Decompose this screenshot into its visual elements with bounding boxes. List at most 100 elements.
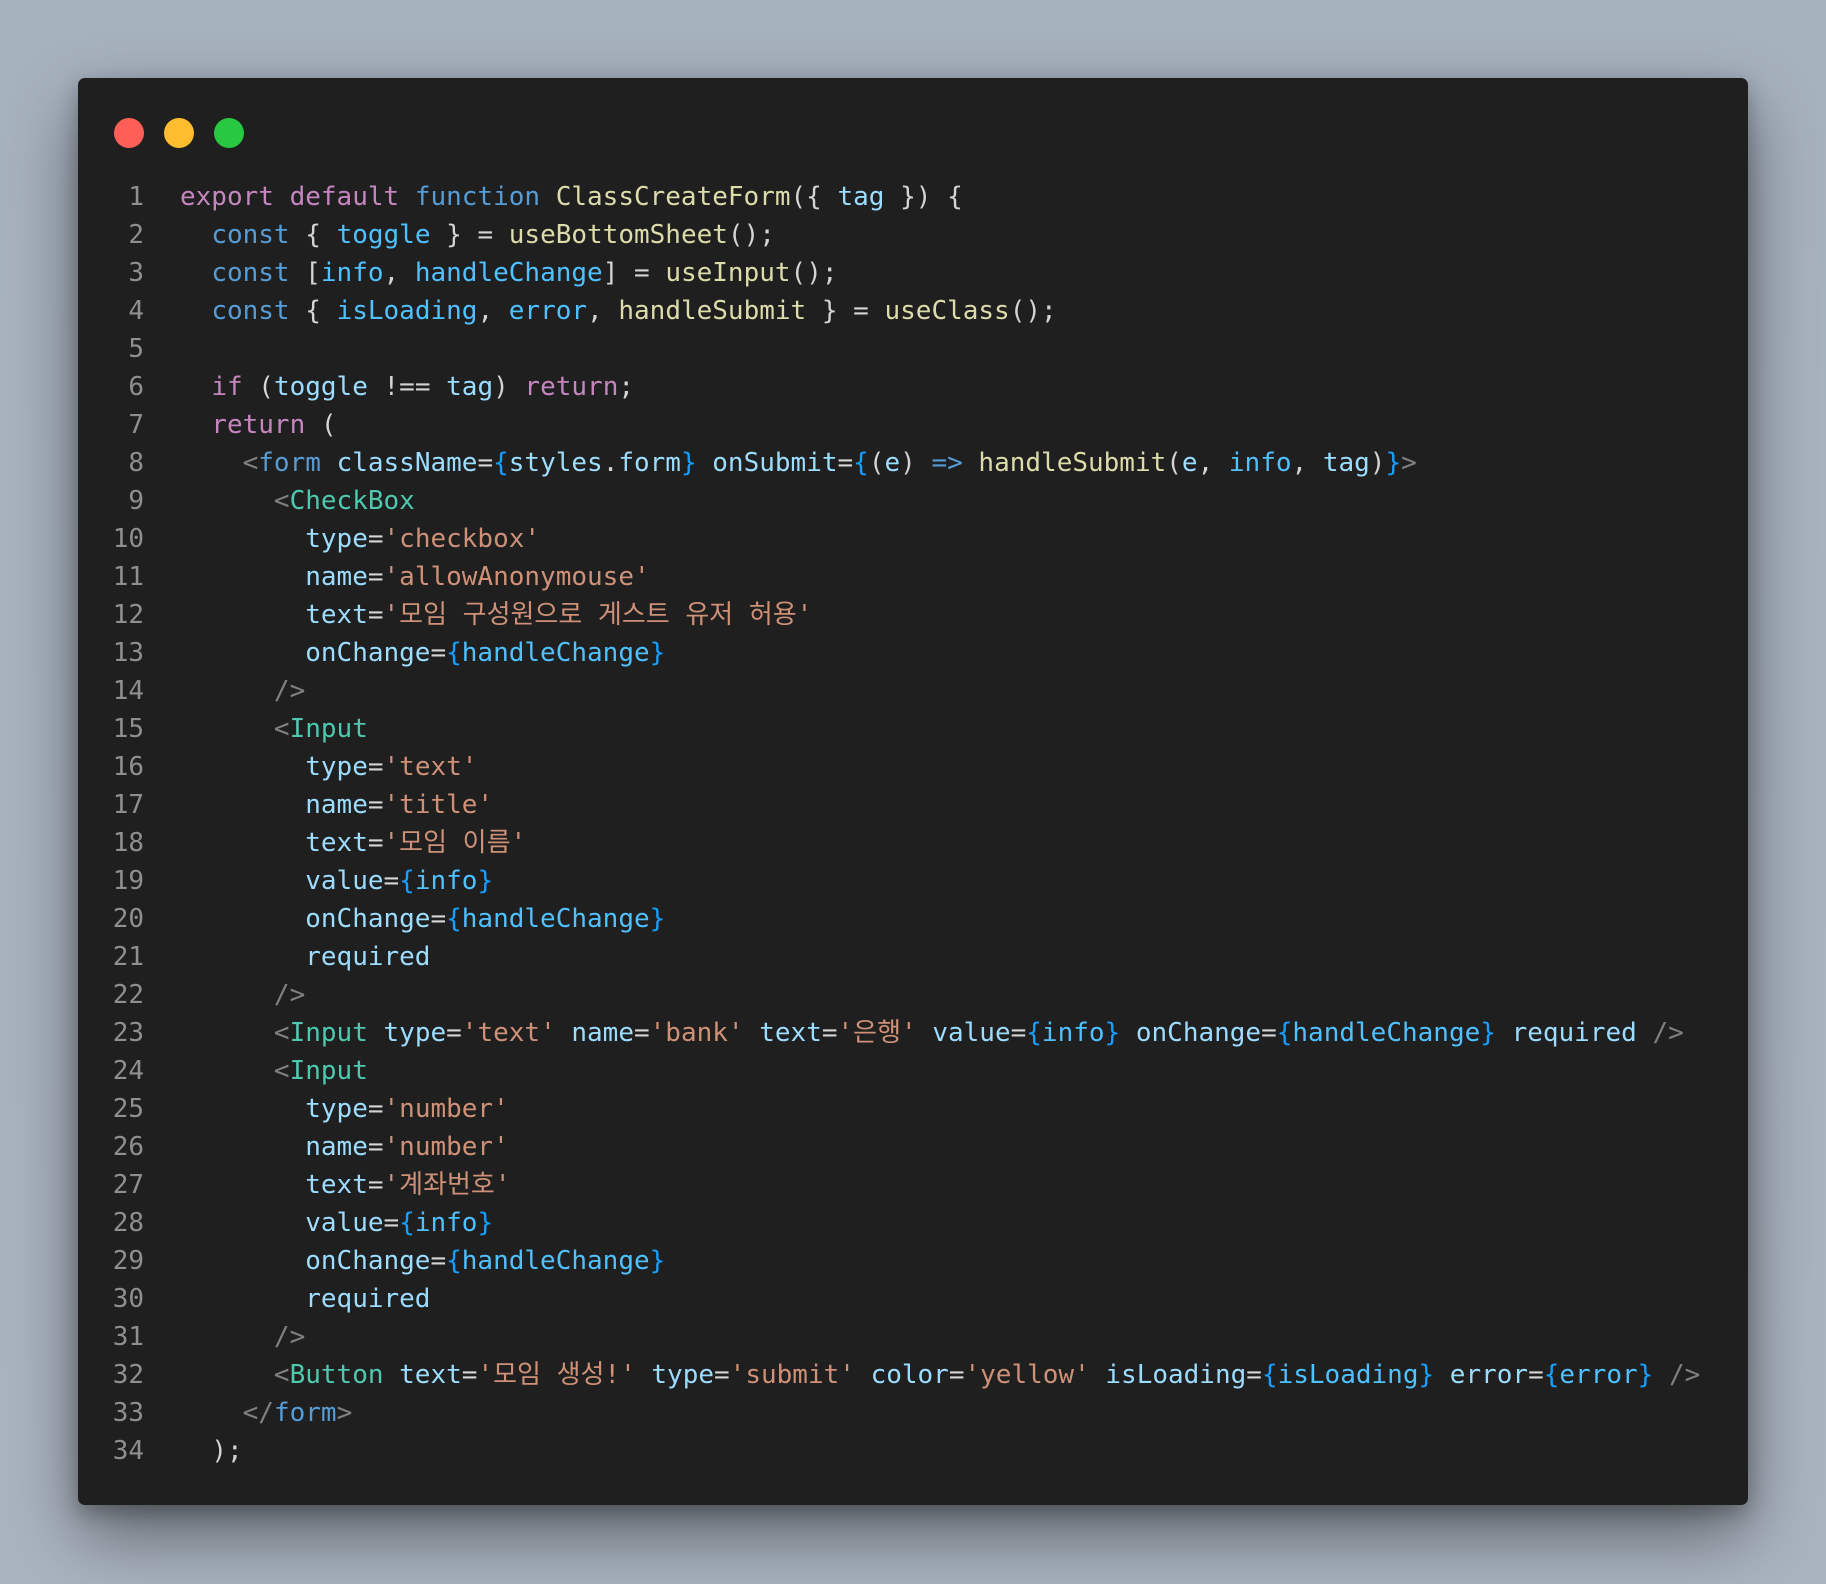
code-token: 'number' (383, 1094, 509, 1124)
code-token: text (305, 1170, 368, 1200)
code-line: 25 type='number' (78, 1090, 1748, 1128)
code-token: { (399, 866, 415, 896)
line-code: </form> (180, 1394, 353, 1432)
code-token: } (649, 1246, 666, 1276)
close-dot-icon[interactable] (114, 118, 144, 148)
code-line: 3 const [info, handleChange] = useInput(… (78, 254, 1748, 292)
code-token: ClassCreateForm (555, 182, 791, 212)
code-token: handleChange (1292, 1018, 1481, 1048)
code-token: useClass (884, 296, 1010, 326)
code-token: CheckBox (289, 486, 415, 516)
code-token: } (1637, 1360, 1654, 1390)
code-token: (); (1009, 296, 1057, 326)
code-line: 15 <Input (78, 710, 1748, 748)
code-token: handleChange (414, 258, 603, 288)
code-token: value (932, 1018, 1011, 1048)
code-line: 5 (78, 330, 1748, 368)
code-token: info (1228, 448, 1292, 478)
code-line: 20 onChange={handleChange} (78, 900, 1748, 938)
code-line: 32 <Button text='모임 생성!' type='submit' c… (78, 1356, 1748, 1394)
code-token: error (508, 296, 588, 326)
code-token: className (336, 448, 478, 478)
code-token: color (870, 1360, 949, 1390)
code-token: ( (868, 448, 885, 478)
code-line: 33 </form> (78, 1394, 1748, 1432)
code-token: text (305, 600, 368, 630)
code-token: , (383, 258, 415, 288)
line-code: name='title' (180, 786, 493, 824)
code-token: value (305, 866, 384, 896)
code-token: < (273, 1360, 290, 1390)
code-token: error (1559, 1360, 1638, 1390)
code-token: 'submit' (729, 1360, 855, 1390)
code-token: '계좌번호' (383, 1170, 511, 1200)
code-line: 6 if (toggle !== tag) return; (78, 368, 1748, 406)
line-code: ); (180, 1432, 242, 1470)
code-token: = (430, 904, 447, 934)
code-token: form (618, 448, 681, 478)
code-line: 9 <CheckBox (78, 482, 1748, 520)
line-code: text='모임 이름' (180, 824, 526, 862)
code-token: 'yellow' (964, 1360, 1090, 1390)
code-token: = (367, 562, 384, 592)
code-token: = (461, 1360, 478, 1390)
line-code: return ( (180, 406, 336, 444)
code-token: < (242, 448, 259, 478)
code-token: isLoading (336, 296, 478, 326)
code-token: onSubmit (712, 448, 838, 478)
line-number: 7 (128, 410, 144, 440)
code-line: 28 value={info} (78, 1204, 1748, 1242)
line-number: 33 (112, 1398, 144, 1428)
code-token: (); (727, 220, 775, 250)
code-token: ; (618, 372, 634, 402)
code-token: tag (1322, 448, 1370, 478)
line-number: 13 (112, 638, 144, 668)
code-line: 34 ); (78, 1432, 1748, 1470)
code-token: 'bank' (649, 1018, 744, 1048)
code-line: 12 text='모임 구성원으로 게스트 유저 허용' (78, 596, 1748, 634)
line-code: /> (180, 976, 305, 1014)
line-number: 18 (112, 828, 144, 858)
code-token: ( (242, 372, 274, 402)
code-token: } (1480, 1018, 1496, 1048)
code-token: { (1543, 1360, 1560, 1390)
maximize-dot-icon[interactable] (214, 118, 244, 148)
code-line: 19 value={info} (78, 862, 1748, 900)
code-token: = (383, 866, 400, 896)
code-line: 1 export default function ClassCreateForm… (78, 178, 1748, 216)
code-line: 18 text='모임 이름' (78, 824, 1748, 862)
code-token: type (305, 1094, 368, 1124)
code-line: 10 type='checkbox' (78, 520, 1748, 558)
code-line: 2 const { toggle } = useBottomSheet(); (78, 216, 1748, 254)
line-code: name='number' (180, 1128, 509, 1166)
code-token: ) (1369, 448, 1386, 478)
code-line: 11 name='allowAnonymouse' (78, 558, 1748, 596)
code-token: function (414, 182, 541, 212)
code-token: = (1246, 1360, 1262, 1390)
line-code: <Input (180, 1052, 368, 1090)
line-code: onChange={handleChange} (180, 1242, 665, 1280)
code-token: } (649, 904, 666, 934)
code-token: e (1181, 448, 1198, 478)
code-token: useBottomSheet (508, 220, 728, 250)
line-number: 11 (112, 562, 144, 592)
line-number: 32 (112, 1360, 144, 1390)
line-code: onChange={handleChange} (180, 634, 665, 672)
code-line: 17 name='title' (78, 786, 1748, 824)
line-code: <Input (180, 710, 368, 748)
line-number: 9 (128, 486, 144, 516)
code-token: = (430, 638, 447, 668)
line-number: 24 (112, 1056, 144, 1086)
code-block: 1 export default function ClassCreateForm… (78, 178, 1748, 1470)
code-token: 'text' (383, 752, 478, 782)
minimize-dot-icon[interactable] (164, 118, 194, 148)
code-token: . (602, 448, 619, 478)
code-token: } = (806, 296, 885, 326)
code-token: = (367, 752, 384, 782)
code-token: /> (273, 980, 306, 1010)
code-token: ( (1166, 448, 1182, 478)
